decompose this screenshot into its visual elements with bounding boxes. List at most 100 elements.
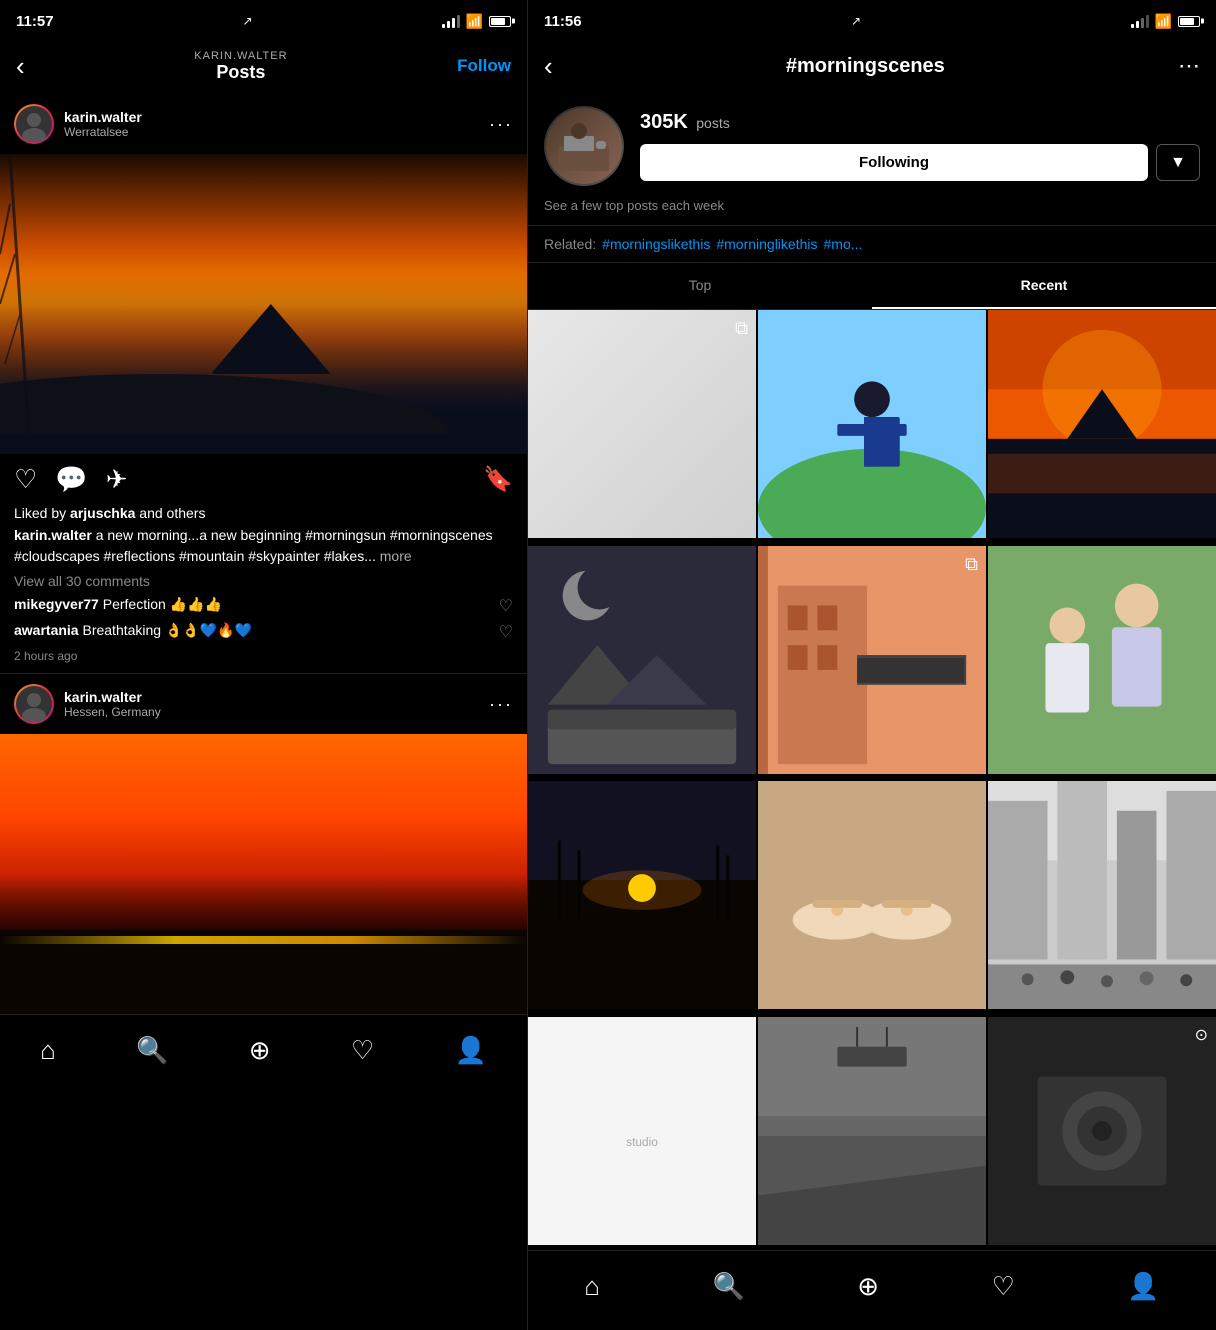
profile-nav-icon-right[interactable]: 👤	[1127, 1271, 1159, 1302]
view-comments-button[interactable]: View all 30 comments	[0, 573, 527, 593]
grid-cell-4[interactable]	[528, 546, 756, 774]
status-bar-left: 11:57 ↗ 📶	[0, 0, 527, 38]
post1-time: 2 hours ago	[0, 645, 527, 673]
nav-username: KARIN.WALTER	[194, 50, 287, 62]
status-time-left: 11:57	[16, 13, 54, 30]
avatar-inner-post1	[16, 106, 52, 142]
share-button[interactable]: ✈	[106, 464, 128, 495]
hashtag-info: 305K posts Following ▼	[640, 111, 1200, 181]
comment-button[interactable]: 💬	[55, 464, 87, 495]
post2-user-details: karin.walter Hessen, Germany	[64, 689, 161, 719]
add-nav-icon[interactable]: ⊕	[249, 1035, 271, 1066]
comment2-text: Breathtaking 👌👌💙🔥💙	[82, 622, 252, 638]
related-tag-3[interactable]: #mo...	[824, 236, 863, 252]
grid-cell-9[interactable]	[988, 781, 1216, 1009]
mountain-silhouette	[211, 304, 331, 374]
likes-suffix: and others	[135, 505, 205, 521]
avatar-inner-post2	[16, 686, 52, 722]
post2-username[interactable]: karin.walter	[64, 689, 161, 705]
hashtag-avatar	[544, 106, 624, 186]
post2-image	[0, 734, 527, 1014]
grid-cell-11[interactable]	[758, 1017, 986, 1245]
heart-nav-icon-right[interactable]: ♡	[992, 1271, 1015, 1302]
grid-cell-2[interactable]	[758, 310, 986, 538]
search-nav-icon[interactable]: 🔍	[136, 1035, 168, 1066]
search-nav-icon-right[interactable]: 🔍	[712, 1271, 744, 1302]
home-nav-icon[interactable]: ⌂	[40, 1035, 56, 1066]
comment2-username[interactable]: awartania	[14, 622, 79, 638]
post2-header: karin.walter Hessen, Germany ···	[0, 674, 527, 734]
bookmark-button[interactable]: 🔖	[483, 465, 513, 494]
hashtag-posts-count: 305K posts	[640, 111, 1200, 134]
profile-nav-icon[interactable]: 👤	[454, 1035, 486, 1066]
nav-bar-right: ‹ #morningscenes ⋯	[528, 38, 1216, 94]
posts-count-number: 305K	[640, 111, 688, 133]
caption-username[interactable]: karin.walter	[14, 527, 92, 543]
battery-icon	[489, 16, 511, 27]
grid-cell-7[interactable]	[528, 781, 756, 1009]
avatar-post1	[14, 104, 54, 144]
more-options-button[interactable]: ⋯	[1178, 53, 1200, 79]
grid-cell-3[interactable]	[988, 310, 1216, 538]
related-tag-1[interactable]: #morningslikethis	[602, 236, 710, 252]
nav-posts-label: Posts	[194, 62, 287, 83]
location-arrow-icon: ↗	[243, 14, 253, 28]
signal-icon	[442, 15, 460, 28]
grid-cell-6[interactable]	[988, 546, 1216, 774]
avatar-post2	[14, 684, 54, 724]
liker-name[interactable]: arjuschka	[70, 505, 135, 521]
battery-icon-right	[1178, 16, 1200, 27]
post1-user-info: karin.walter Werratalsee	[14, 104, 142, 144]
following-button[interactable]: Following	[640, 144, 1148, 181]
comment1-content: mikegyver77 Perfection 👍👍👍	[14, 596, 222, 613]
image-grid: ⧉	[528, 310, 1216, 1250]
add-nav-icon-right[interactable]: ⊕	[857, 1271, 879, 1302]
post2-more-button[interactable]: ···	[489, 694, 513, 715]
nav-bar-left: ‹ KARIN.WALTER Posts Follow	[0, 38, 527, 94]
post2-user-info: karin.walter Hessen, Germany	[14, 684, 161, 724]
tab-recent[interactable]: Recent	[872, 263, 1216, 309]
more-button[interactable]: more	[380, 548, 412, 564]
post1-username[interactable]: karin.walter	[64, 109, 142, 125]
comment1-like-button[interactable]: ♡	[499, 596, 513, 616]
grid-cell-8[interactable]	[758, 781, 986, 1009]
post1-image	[0, 154, 527, 454]
grid-cell-10[interactable]: studio	[528, 1017, 756, 1245]
location-arrow-right-icon: ↗	[851, 14, 861, 28]
camera-icon-12: ⊙	[1195, 1025, 1208, 1045]
home-nav-icon-right[interactable]: ⌂	[584, 1271, 600, 1302]
comment1-username[interactable]: mikegyver77	[14, 596, 99, 612]
right-panel: 11:56 ↗ 📶 ‹ #morningscenes ⋯	[528, 0, 1216, 1330]
comment2-like-button[interactable]: ♡	[499, 622, 513, 642]
hashtag-profile: 305K posts Following ▼	[528, 94, 1216, 198]
heart-nav-icon[interactable]: ♡	[351, 1035, 374, 1066]
follow-button[interactable]: Follow	[457, 56, 511, 76]
bottom-nav-right: ⌂ 🔍 ⊕ ♡ 👤	[528, 1250, 1216, 1330]
tab-top[interactable]: Top	[528, 263, 872, 309]
hashtag-action-buttons: Following ▼	[640, 144, 1200, 181]
bottom-nav-left: ⌂ 🔍 ⊕ ♡ 👤	[0, 1014, 527, 1094]
related-tag-2[interactable]: #morninglikethis	[716, 236, 817, 252]
back-button[interactable]: ‹	[16, 51, 25, 82]
grid-cell-5[interactable]: ⧉	[758, 546, 986, 774]
multi-icon-5: ⧉	[965, 554, 978, 575]
dropdown-arrow-button[interactable]: ▼	[1156, 144, 1200, 181]
signal-icon-right	[1131, 15, 1149, 28]
posts-count-label: posts	[696, 115, 729, 131]
related-tags-row: Related: #morningslikethis #morningliket…	[528, 225, 1216, 263]
post1-header: karin.walter Werratalsee ···	[0, 94, 527, 154]
post1-action-icons: ♡ 💬 ✈	[14, 464, 127, 495]
comment1-text: Perfection 👍👍👍	[103, 596, 222, 612]
like-button[interactable]: ♡	[14, 464, 37, 495]
hashtag-avatar-inner	[546, 108, 622, 184]
back-button-right[interactable]: ‹	[544, 51, 553, 82]
horizon-glow	[0, 936, 527, 944]
post1-action-bar: ♡ 💬 ✈ 🔖	[0, 454, 527, 505]
grid-cell-12[interactable]: ⊙	[988, 1017, 1216, 1245]
post1-user-details: karin.walter Werratalsee	[64, 109, 142, 139]
wifi-icon: 📶	[466, 13, 483, 30]
post1-location: Werratalsee	[64, 125, 142, 139]
grid-cell-1[interactable]: ⧉	[528, 310, 756, 538]
post1-more-button[interactable]: ···	[489, 114, 513, 135]
nav-title-block: KARIN.WALTER Posts	[194, 50, 287, 83]
